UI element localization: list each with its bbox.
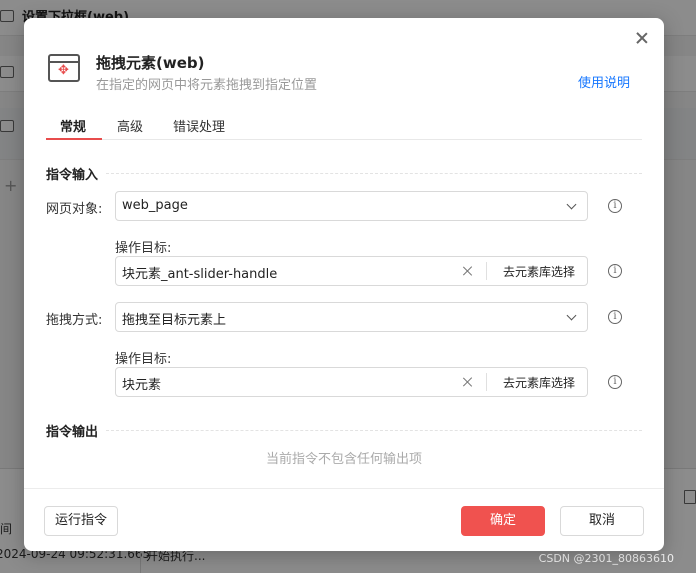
- info-icon[interactable]: i: [608, 199, 622, 213]
- drag-mode-value: 拖拽至目标元素上: [122, 313, 227, 328]
- active-tab-indicator: [46, 138, 102, 140]
- web-object-select[interactable]: web_page: [115, 191, 588, 221]
- tab-advanced[interactable]: 高级: [117, 116, 143, 135]
- divider: [486, 373, 487, 391]
- watermark: CSDN @2301_80863610: [538, 552, 674, 565]
- tab-general[interactable]: 常规: [60, 116, 86, 135]
- target1-field[interactable]: 块元素_ant-slider-handle 去元素库选择: [115, 256, 588, 286]
- chevron-down-icon: [566, 199, 577, 210]
- target2-value: 块元素: [122, 378, 162, 393]
- section-divider: [106, 173, 642, 174]
- clear-icon[interactable]: [461, 264, 475, 278]
- target2-label: 操作目标:: [115, 352, 172, 367]
- close-icon[interactable]: [634, 30, 650, 46]
- tab-error-handling[interactable]: 错误处理: [173, 116, 225, 135]
- drag-mode-label: 拖拽方式:: [46, 313, 103, 328]
- dialog-title: 拖拽元素(web): [96, 54, 205, 72]
- info-icon[interactable]: i: [608, 264, 622, 278]
- element-library-button[interactable]: 去元素库选择: [503, 374, 575, 391]
- dialog-subtitle: 在指定的网页中将元素拖拽到指定位置: [96, 78, 318, 93]
- tab-bar: 常规 高级 错误处理: [46, 114, 642, 140]
- drag-element-icon: ✥: [48, 54, 80, 82]
- cancel-button[interactable]: 取消: [560, 506, 644, 536]
- drag-element-dialog: ✥ 拖拽元素(web) 在指定的网页中将元素拖拽到指定位置 使用说明 常规 高级…: [24, 18, 664, 551]
- run-command-button[interactable]: 运行指令: [44, 506, 118, 536]
- drag-mode-select[interactable]: 拖拽至目标元素上: [115, 302, 588, 332]
- element-library-button[interactable]: 去元素库选择: [503, 263, 575, 280]
- target1-label: 操作目标:: [115, 241, 172, 256]
- clear-icon[interactable]: [461, 375, 475, 389]
- info-icon[interactable]: i: [608, 310, 622, 324]
- empty-output-note: 当前指令不包含任何输出项: [265, 452, 422, 467]
- web-object-value: web_page: [122, 198, 188, 213]
- help-link[interactable]: 使用说明: [578, 72, 630, 91]
- info-icon[interactable]: i: [608, 375, 622, 389]
- web-object-label: 网页对象:: [46, 202, 103, 217]
- output-section-title: 指令输出: [46, 425, 99, 440]
- target2-field[interactable]: 块元素 去元素库选择: [115, 367, 588, 397]
- dialog-footer: 运行指令 确定 取消: [24, 488, 664, 551]
- confirm-button[interactable]: 确定: [461, 506, 545, 536]
- divider: [486, 262, 487, 280]
- target1-value: 块元素_ant-slider-handle: [122, 267, 278, 282]
- section-divider: [106, 430, 642, 431]
- input-section-title: 指令输入: [46, 168, 99, 183]
- chevron-down-icon: [566, 310, 577, 321]
